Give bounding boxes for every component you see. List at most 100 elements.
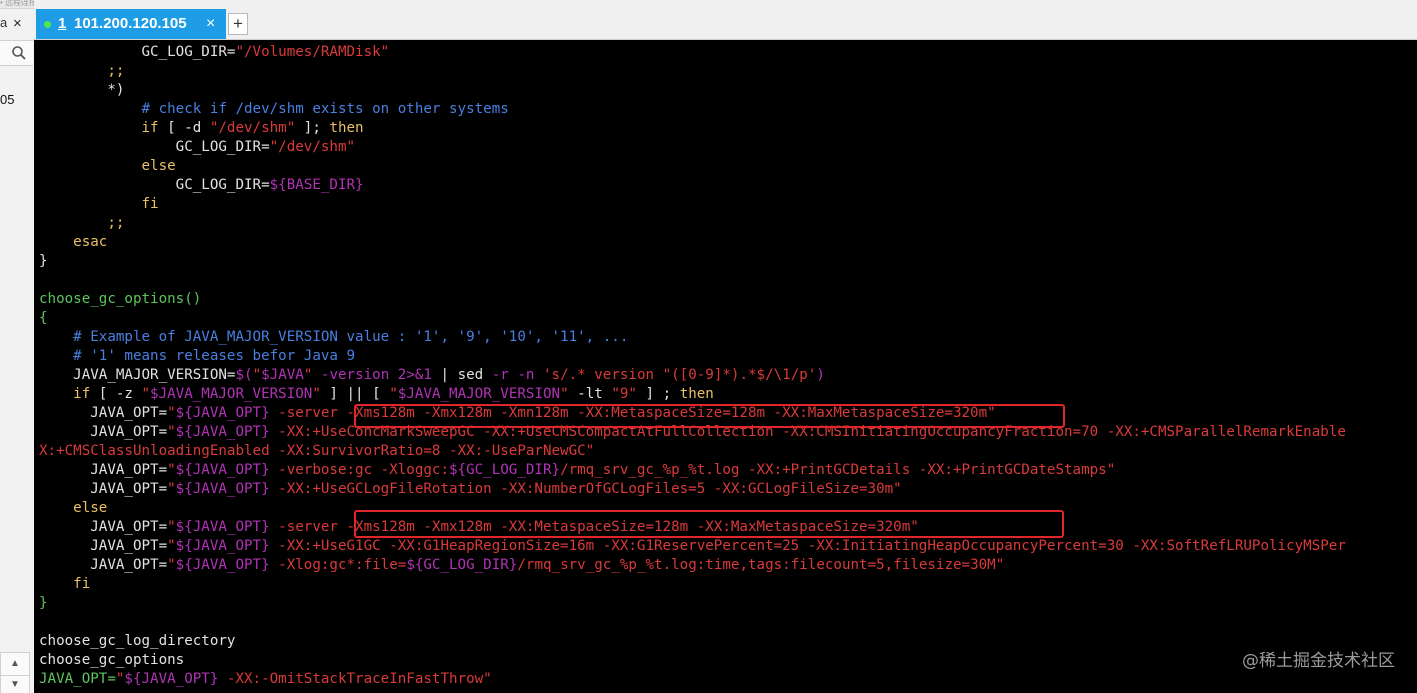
- code-token: # check if /dev/shm exists on other syst…: [39, 101, 509, 117]
- terminal-line: # Example of JAVA_MAJOR_VERSION value : …: [39, 328, 1346, 347]
- code-token: }: [39, 595, 48, 611]
- code-token: "/Volumes/RAMDisk": [235, 44, 390, 60]
- panel-close-icon[interactable]: ×: [13, 15, 22, 33]
- session-panel: • 远程连接 101.200 a × 05 ▲ ▼: [0, 0, 35, 693]
- tab-session-1[interactable]: 1 101.200.120.105 ×: [36, 9, 226, 39]
- tab-bar: 1 101.200.120.105 × +: [34, 0, 1417, 40]
- code-token: ": [560, 386, 569, 402]
- code-token: $JAVA: [261, 367, 304, 383]
- terminal-line: JAVA_OPT="${JAVA_OPT} -verbose:gc -Xlogg…: [39, 461, 1346, 480]
- code-token: $JAVA_MAJOR_VERSION: [397, 386, 561, 402]
- code-token: GC_LOG_DIR=: [39, 44, 236, 60]
- terminal-line: JAVA_OPT="${JAVA_OPT} -XX:+UseG1GC -XX:G…: [39, 537, 1346, 556]
- code-token: -XX:-OmitStackTraceInFastThrow": [218, 671, 492, 687]
- code-token: else: [39, 158, 176, 174]
- terminal-line: }: [39, 252, 1346, 271]
- code-token: JAVA_OPT=: [39, 671, 116, 687]
- code-token: ${GC_LOG_DIR}: [449, 462, 561, 478]
- search-icon: [12, 46, 26, 60]
- connection-status-icon: [44, 21, 51, 28]
- terminal-line: JAVA_MAJOR_VERSION=$("$JAVA" -version 2>…: [39, 366, 1346, 385]
- code-token: GC_LOG_DIR=: [39, 139, 270, 155]
- code-token: ] ;: [636, 386, 680, 402]
- code-token: ${JAVA_OPT}: [124, 671, 219, 687]
- code-token: 's/.* version "([0-9]*).*$/\1/p': [543, 367, 817, 383]
- scroll-down-button[interactable]: ▼: [0, 675, 30, 693]
- scroll-up-button[interactable]: ▲: [0, 652, 30, 676]
- code-token: *): [39, 82, 125, 98]
- code-token: ${JAVA_OPT}: [175, 481, 270, 497]
- code-token: $JAVA_MAJOR_VERSION: [150, 386, 313, 402]
- code-token: # '1' means releases befor Java 9: [39, 348, 356, 364]
- code-token: [ -z: [90, 386, 142, 402]
- code-token: ;;: [39, 63, 125, 79]
- terminal-line: GC_LOG_DIR="/Volumes/RAMDisk": [39, 43, 1346, 62]
- code-token: $(: [235, 367, 253, 383]
- code-token: ${JAVA_OPT}: [175, 462, 270, 478]
- code-token: fi: [39, 196, 159, 212]
- code-token: -Xlog:gc*:file=: [269, 557, 407, 573]
- terminal-line: esac: [39, 233, 1346, 252]
- highlight-box-java8-heap: [354, 404, 1065, 428]
- code-token: -lt: [568, 386, 612, 402]
- new-tab-button[interactable]: +: [228, 13, 248, 35]
- terminal-view[interactable]: GC_LOG_DIR="/Volumes/RAMDisk" ;; *) # ch…: [34, 40, 1417, 693]
- code-token: /rmq_srv_gc_%p_%t.log:time,tags:filecoun…: [517, 557, 1005, 573]
- terminal-line: choose_gc_options: [39, 651, 1346, 670]
- code-token: then: [329, 120, 364, 136]
- panel-label: a: [0, 15, 8, 30]
- terminal-line: if [ -d "/dev/shm" ]; then: [39, 119, 1346, 138]
- code-token: "/dev/shm": [209, 120, 296, 136]
- code-token: -XX:+UseGCLogFileRotation -XX:NumberOfGC…: [269, 481, 902, 497]
- code-token: fi: [39, 576, 91, 592]
- code-token: {: [39, 310, 48, 326]
- terminal-line: fi: [39, 575, 1346, 594]
- terminal-line: GC_LOG_DIR=${BASE_DIR}: [39, 176, 1346, 195]
- code-token: JAVA_OPT=: [39, 405, 168, 421]
- code-token: }: [39, 253, 48, 269]
- tab-close-icon[interactable]: ×: [206, 9, 215, 39]
- code-token: ${JAVA_OPT}: [175, 538, 270, 554]
- code-token: sed: [457, 367, 484, 383]
- code-token: /rmq_srv_gc_%p_%t.log -XX:+PrintGCDetail…: [560, 462, 1116, 478]
- session-list-item[interactable]: 05: [0, 92, 14, 107]
- code-token: ": [389, 386, 398, 402]
- code-token: JAVA_OPT=: [39, 462, 168, 478]
- terminal-line: fi: [39, 195, 1346, 214]
- code-token: ${JAVA_OPT}: [175, 519, 270, 535]
- code-token: ": [167, 462, 176, 478]
- terminal-line: *): [39, 81, 1346, 100]
- code-token: ): [816, 367, 825, 383]
- terminal-line: if [ -z "$JAVA_MAJOR_VERSION" ] || [ "$J…: [39, 385, 1346, 404]
- code-token: # Example of JAVA_MAJOR_VERSION value : …: [39, 329, 629, 345]
- code-token: JAVA_OPT=: [39, 424, 168, 440]
- terminal-line: JAVA_OPT="${JAVA_OPT} -Xlog:gc*:file=${G…: [39, 556, 1346, 575]
- code-token: ": [167, 481, 176, 497]
- code-token: -XX:+UseG1GC -XX:G1HeapRegionSize=16m -X…: [269, 538, 1346, 554]
- code-token: if: [39, 120, 159, 136]
- code-token: ];: [295, 120, 330, 136]
- watermark: @稀土掘金技术社区: [1242, 651, 1395, 671]
- code-token: JAVA_OPT=: [39, 519, 168, 535]
- terminal-line: else: [39, 157, 1346, 176]
- code-token: JAVA_OPT=: [39, 557, 168, 573]
- code-token: ${JAVA_OPT}: [175, 557, 270, 573]
- terminal-line: }: [39, 594, 1346, 613]
- code-token: ": [167, 538, 176, 554]
- code-token: else: [39, 500, 108, 516]
- terminal-line: {: [39, 309, 1346, 328]
- code-token: ": [167, 405, 176, 421]
- terminal-line: choose_gc_options(): [39, 290, 1346, 309]
- session-search-input[interactable]: [0, 40, 33, 66]
- code-token: choose_gc_log_directory: [39, 633, 236, 649]
- code-token: ${BASE_DIR}: [269, 177, 364, 193]
- terminal-line: JAVA_OPT="${JAVA_OPT} -XX:+UseGCLogFileR…: [39, 480, 1346, 499]
- highlight-box-java9-heap: [354, 510, 1064, 538]
- code-token: GC_LOG_DIR=: [39, 177, 270, 193]
- code-token: X:+CMSClassUnloadingEnabled -XX:Survivor…: [39, 443, 595, 459]
- code-token: [ -d: [158, 120, 210, 136]
- code-token: ": [167, 557, 176, 573]
